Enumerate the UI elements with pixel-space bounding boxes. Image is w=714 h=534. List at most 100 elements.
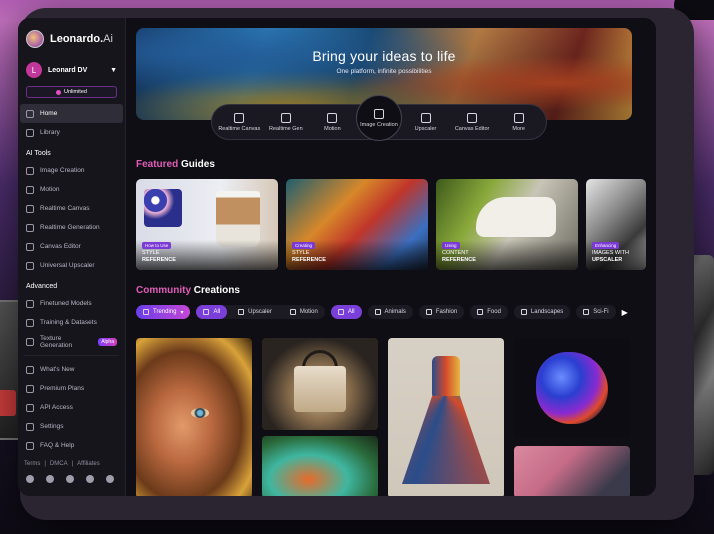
plan-label: Unlimited	[64, 89, 87, 95]
reddit-icon[interactable]	[46, 475, 54, 483]
guide-tag: Using	[442, 242, 460, 249]
user-menu[interactable]: L Leonard DV ▼	[18, 60, 125, 80]
sidebar-item-faq-help[interactable]: FAQ & Help	[20, 436, 123, 455]
sidebar-item-library[interactable]: Library	[20, 123, 123, 142]
app-screen: Leonardo.Ai L Leonard DV ▼ Unlimited Hom…	[18, 18, 656, 496]
creation-tile[interactable]	[514, 338, 630, 438]
sidebar-item-canvas-editor[interactable]: Canvas Editor	[20, 237, 123, 256]
brand-name: Leonardo.Ai	[50, 33, 113, 45]
sidebar-item-home[interactable]: Home	[20, 104, 123, 123]
section-ai-tools: AI Tools	[26, 149, 51, 157]
tool-realtime-gen[interactable]: Realtime Gen	[263, 112, 309, 132]
image-icon	[26, 166, 34, 175]
creation-tile[interactable]	[136, 338, 252, 496]
trending-dropdown[interactable]: Trending ▾	[136, 305, 191, 319]
library-icon	[26, 128, 34, 137]
guide-title-line1: STYLE	[292, 250, 310, 256]
dataset-icon	[26, 318, 34, 327]
tool-motion[interactable]: Motion	[309, 112, 355, 132]
link-affiliates[interactable]: Affiliates	[77, 461, 100, 467]
grid-icon	[203, 309, 210, 315]
sidebar-item-api-access[interactable]: API Access	[20, 398, 123, 417]
facebook-icon[interactable]	[86, 475, 94, 483]
motion-icon	[26, 185, 34, 194]
link-terms[interactable]: Terms	[24, 461, 40, 467]
tool-canvas-editor[interactable]: Canvas Editor	[449, 112, 495, 132]
category-filter-food[interactable]: Food	[470, 305, 508, 319]
hero-subtitle: One platform, infinite possibilities	[336, 68, 432, 75]
sidebar-item-image-creation[interactable]: Image Creation	[20, 161, 123, 180]
instagram-icon[interactable]	[106, 475, 114, 483]
discord-icon[interactable]	[26, 475, 34, 483]
tool-more[interactable]: More	[496, 112, 542, 132]
plan-icon	[56, 89, 62, 95]
upscale-icon	[420, 112, 431, 123]
sidebar-item-settings[interactable]: Settings	[20, 417, 123, 436]
plan-badge[interactable]: Unlimited	[26, 86, 117, 98]
model-icon	[26, 299, 34, 308]
guide-card[interactable]: Creating STYLE REFERENCE	[286, 179, 428, 270]
sidebar-item-whats-new[interactable]: What's New	[20, 360, 123, 379]
sidebar-item-universal-upscaler[interactable]: Universal Upscaler	[20, 256, 123, 275]
guide-title-line1: CONTENT	[442, 250, 469, 256]
texture-icon	[26, 337, 34, 346]
canvas-icon	[467, 112, 478, 123]
brand[interactable]: Leonardo.Ai	[18, 28, 125, 50]
category-filter-fashion[interactable]: Fashion	[418, 305, 465, 319]
media-filter-upscaler[interactable]: Upscaler	[231, 305, 279, 319]
tool-realtime-canvas[interactable]: Realtime Canvas	[216, 112, 262, 132]
creation-tile[interactable]	[262, 338, 378, 430]
media-filter-all[interactable]: All	[196, 305, 228, 319]
guide-card[interactable]: Enhancing IMAGES WITH UPSCALER	[586, 179, 646, 270]
chevron-down-icon: ▾	[180, 309, 184, 316]
tools-toolbar: Realtime Canvas Realtime Gen Motion Imag…	[211, 95, 547, 141]
guide-card[interactable]: Using CONTENT REFERENCE	[436, 179, 578, 270]
sidebar-item-texture-generation[interactable]: Texture Generation Alpha	[20, 332, 123, 351]
sidebar-item-realtime-generation[interactable]: Realtime Generation	[20, 218, 123, 237]
logo-icon	[26, 30, 44, 48]
upscale-icon	[238, 309, 245, 315]
bolt-icon	[26, 223, 34, 232]
divider	[24, 355, 119, 356]
planet-icon	[583, 309, 590, 315]
section-advanced: Advanced	[26, 282, 58, 290]
shoe-image	[476, 197, 556, 237]
alpha-badge: Alpha	[98, 337, 117, 346]
sidebar-item-finetuned-models[interactable]: Finetuned Models	[20, 294, 123, 313]
sidebar-item-realtime-canvas[interactable]: Realtime Canvas	[20, 199, 123, 218]
crown-icon	[26, 384, 34, 393]
category-filter-landscapes[interactable]: Landscapes	[513, 305, 571, 319]
category-filter-all[interactable]: All	[330, 305, 362, 319]
landscape-icon	[520, 309, 527, 315]
x-icon[interactable]	[66, 475, 74, 483]
link-dmca[interactable]: DMCA	[50, 461, 68, 467]
scroll-right-icon[interactable]: ▶	[622, 308, 628, 317]
creation-tile[interactable]	[388, 338, 504, 496]
community-grid	[136, 338, 636, 496]
guide-tag: Creating	[292, 242, 316, 249]
media-filter-group: All Upscaler Motion	[196, 305, 325, 319]
sidebar-item-premium-plans[interactable]: Premium Plans	[20, 379, 123, 398]
sidebar-item-training-datasets[interactable]: Training & Datasets	[20, 313, 123, 332]
guide-card[interactable]: How to Use STYLE REFERENCE	[136, 179, 278, 270]
shirt-icon	[425, 309, 432, 315]
guide-title-line2: REFERENCE	[292, 257, 326, 263]
tool-image-creation[interactable]: Image Creation	[355, 95, 402, 141]
category-filter-animals[interactable]: Animals	[367, 305, 413, 319]
gear-icon	[26, 422, 34, 431]
sidebar-item-motion[interactable]: Motion	[20, 180, 123, 199]
caret-down-icon: ▼	[110, 66, 117, 74]
motion-icon	[289, 309, 296, 315]
user-name: Leonard DV	[48, 66, 88, 74]
category-filter-sci-fi[interactable]: Sci-Fi	[576, 305, 616, 319]
tool-upscaler[interactable]: Upscaler	[403, 112, 449, 132]
creation-tile[interactable]	[262, 436, 378, 496]
media-filter-motion[interactable]: Motion	[283, 305, 325, 319]
guide-title-line2: UPSCALER	[592, 257, 623, 263]
pattern-swatch	[144, 189, 182, 227]
creation-tile[interactable]	[514, 446, 630, 496]
avatar: L	[26, 62, 42, 78]
food-icon	[477, 309, 484, 315]
guide-title-line1: IMAGES WITH	[592, 250, 629, 256]
motion-icon	[327, 112, 338, 123]
